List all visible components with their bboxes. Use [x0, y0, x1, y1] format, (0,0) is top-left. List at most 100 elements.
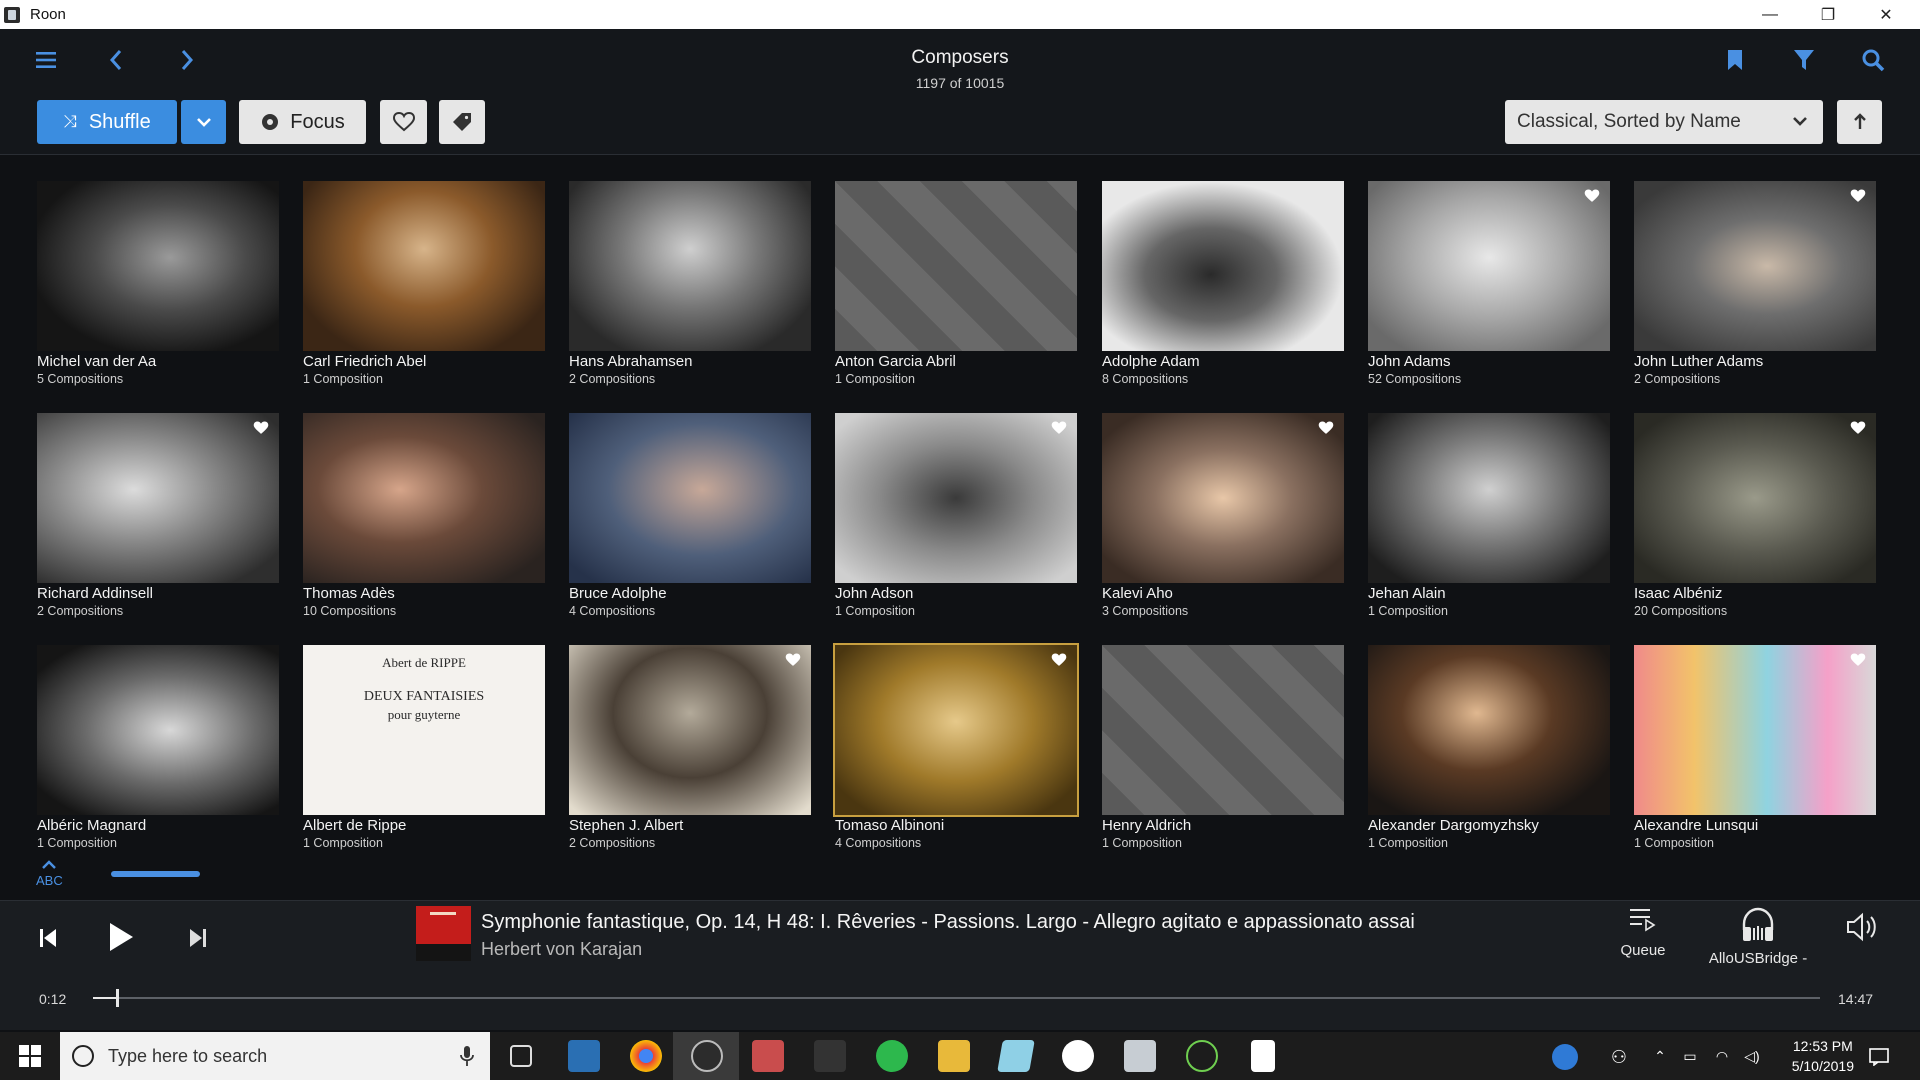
composer-photo[interactable]: [1102, 413, 1344, 583]
roon-taskbar-icon[interactable]: [691, 1040, 723, 1072]
composer-name[interactable]: Carl Friedrich Abel: [303, 353, 426, 370]
composer-tile[interactable]: Stephen J. Albert 2 Compositions: [569, 645, 811, 855]
composer-tile[interactable]: Abert de RIPPE DEUX FANTAISIES pour guyter…: [303, 645, 545, 855]
favorite-heart-icon[interactable]: [1051, 652, 1067, 668]
minimize-button[interactable]: —: [1742, 0, 1798, 29]
composer-tile[interactable]: Richard Addinsell 2 Compositions: [37, 413, 279, 623]
composer-tile[interactable]: Michel van der Aa 5 Compositions: [37, 181, 279, 391]
favorite-heart-icon[interactable]: [1850, 188, 1866, 204]
composer-name[interactable]: Kalevi Aho: [1102, 585, 1173, 602]
composer-tile[interactable]: Tomaso Albinoni 4 Compositions: [833, 643, 1079, 855]
favorite-heart-icon[interactable]: [1318, 420, 1334, 436]
favorite-button[interactable]: [380, 100, 427, 144]
composer-name[interactable]: Isaac Albéniz: [1634, 585, 1722, 602]
progress-bar[interactable]: [93, 989, 1820, 1007]
taskbar-app-icon-1[interactable]: [568, 1040, 600, 1072]
composer-name[interactable]: Albéric Magnard: [37, 817, 146, 834]
composer-name[interactable]: Michel van der Aa: [37, 353, 156, 370]
composer-photo[interactable]: [1634, 645, 1876, 815]
next-track-button[interactable]: [184, 922, 212, 954]
evernote-icon[interactable]: [876, 1040, 908, 1072]
notifications-icon[interactable]: [1865, 1044, 1893, 1070]
task-view-icon[interactable]: [510, 1045, 532, 1067]
composer-name[interactable]: Alexandre Lunsqui: [1634, 817, 1758, 834]
chrome-icon[interactable]: [630, 1040, 662, 1072]
menu-icon[interactable]: [34, 49, 60, 71]
wifi-icon[interactable]: ◠: [1710, 1046, 1734, 1066]
composer-name[interactable]: Thomas Adès: [303, 585, 395, 602]
composer-tile[interactable]: Anton Garcia Abril 1 Composition: [835, 181, 1077, 391]
composer-photo[interactable]: [37, 645, 279, 815]
calculator-icon[interactable]: [1251, 1040, 1275, 1072]
composer-tile[interactable]: Alexander Dargomyzhsky 1 Composition: [1368, 645, 1610, 855]
composer-name[interactable]: Richard Addinsell: [37, 585, 153, 602]
composer-name[interactable]: John Adson: [835, 585, 913, 602]
play-button[interactable]: [104, 916, 138, 958]
microphone-icon[interactable]: [460, 1045, 474, 1067]
battery-icon[interactable]: ▭: [1678, 1046, 1702, 1066]
composer-name[interactable]: Alexander Dargomyzhsky: [1368, 817, 1539, 834]
composer-photo[interactable]: [1102, 181, 1344, 351]
shuffle-dropdown-button[interactable]: [181, 100, 226, 144]
composer-name[interactable]: Anton Garcia Abril: [835, 353, 956, 370]
composer-tile[interactable]: Bruce Adolphe 4 Compositions: [569, 413, 811, 623]
help-tray-icon[interactable]: [1552, 1044, 1578, 1070]
composer-tile[interactable]: Hans Abrahamsen 2 Compositions: [569, 181, 811, 391]
composer-name[interactable]: Tomaso Albinoni: [835, 817, 944, 834]
composer-tile[interactable]: Alexandre Lunsqui 1 Composition: [1634, 645, 1876, 855]
taskbar-app-icon-8[interactable]: [997, 1040, 1035, 1072]
composer-name[interactable]: Jehan Alain: [1368, 585, 1446, 602]
alarm-clock-icon[interactable]: [1062, 1040, 1094, 1072]
back-icon[interactable]: [104, 47, 128, 73]
composer-tile[interactable]: Albéric Magnard 1 Composition: [37, 645, 279, 855]
album-art[interactable]: [416, 906, 471, 961]
composer-tile[interactable]: Carl Friedrich Abel 1 Composition: [303, 181, 545, 391]
composer-photo[interactable]: Abert de RIPPE DEUX FANTAISIES pour guyter…: [303, 645, 545, 815]
windows-start-button[interactable]: [14, 1040, 46, 1072]
composer-photo[interactable]: [835, 413, 1077, 583]
composer-photo[interactable]: [1368, 181, 1610, 351]
taskbar-app-icon-5[interactable]: [814, 1040, 846, 1072]
restore-button[interactable]: ❐: [1800, 0, 1856, 29]
forward-icon[interactable]: [175, 47, 199, 73]
favorite-heart-icon[interactable]: [1584, 188, 1600, 204]
composer-name[interactable]: John Luther Adams: [1634, 353, 1763, 370]
composer-name[interactable]: Henry Aldrich: [1102, 817, 1191, 834]
composer-photo[interactable]: [569, 413, 811, 583]
tray-expand-icon[interactable]: ⌃: [1650, 1046, 1670, 1066]
track-artist[interactable]: Herbert von Karajan: [481, 939, 642, 960]
zone-button[interactable]: AlloUSBridge -: [1700, 906, 1816, 967]
composer-tile[interactable]: John Luther Adams 2 Compositions: [1634, 181, 1876, 391]
composer-tile[interactable]: Adolphe Adam 8 Compositions: [1102, 181, 1344, 391]
favorite-heart-icon[interactable]: [1850, 420, 1866, 436]
composer-tile[interactable]: John Adams 52 Compositions: [1368, 181, 1610, 391]
composer-tile[interactable]: Isaac Albéniz 20 Compositions: [1634, 413, 1876, 623]
sort-select[interactable]: Classical, Sorted by Name: [1505, 100, 1823, 144]
search-icon[interactable]: [1860, 47, 1886, 73]
composer-name[interactable]: John Adams: [1368, 353, 1451, 370]
people-icon[interactable]: ⚇: [1606, 1044, 1632, 1070]
composer-photo[interactable]: [303, 181, 545, 351]
favorite-heart-icon[interactable]: [253, 420, 269, 436]
favorite-heart-icon[interactable]: [1051, 420, 1067, 436]
composer-photo[interactable]: [1634, 181, 1876, 351]
composer-photo[interactable]: [1368, 645, 1610, 815]
filter-icon[interactable]: [1792, 47, 1816, 73]
favorite-heart-icon[interactable]: [785, 652, 801, 668]
composer-name[interactable]: Bruce Adolphe: [569, 585, 667, 602]
composer-photo[interactable]: [569, 181, 811, 351]
tag-button[interactable]: [439, 100, 485, 144]
taskbar-app-icon-4[interactable]: [752, 1040, 784, 1072]
utorrent-icon[interactable]: [1186, 1040, 1218, 1072]
alpha-jump-button[interactable]: ABC: [36, 858, 63, 888]
composer-photo[interactable]: [833, 643, 1079, 817]
speaker-tray-icon[interactable]: ◁): [1740, 1046, 1764, 1066]
favorite-heart-icon[interactable]: [1850, 652, 1866, 668]
composer-name[interactable]: Adolphe Adam: [1102, 353, 1200, 370]
composer-tile[interactable]: Henry Aldrich 1 Composition: [1102, 645, 1344, 855]
composer-tile[interactable]: John Adson 1 Composition: [835, 413, 1077, 623]
composer-tile[interactable]: Thomas Adès 10 Compositions: [303, 413, 545, 623]
bookmark-icon[interactable]: [1724, 47, 1746, 73]
volume-button[interactable]: [1844, 911, 1880, 943]
composer-photo[interactable]: [37, 413, 279, 583]
